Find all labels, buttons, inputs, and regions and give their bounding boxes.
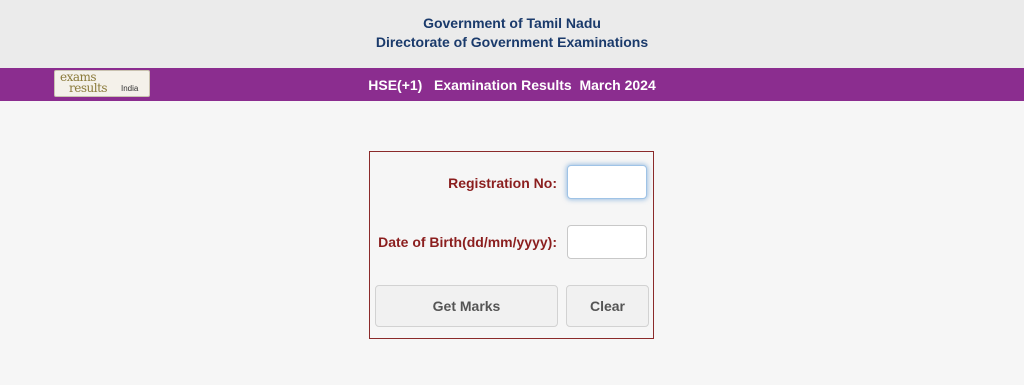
registration-label: Registration No: [448, 175, 557, 191]
government-title: Government of Tamil Nadu [423, 15, 601, 31]
registration-number-input[interactable] [567, 165, 647, 199]
date-of-birth-label: Date of Birth(dd/mm/yyyy): [378, 234, 557, 250]
date-of-birth-input[interactable] [567, 225, 647, 259]
clear-button[interactable]: Clear [566, 285, 649, 327]
exam-results-title: HSE(+1) Examination Results March 2024 [368, 77, 656, 93]
get-marks-button[interactable]: Get Marks [375, 285, 558, 327]
government-header: Government of Tamil Nadu Directorate of … [0, 0, 1024, 68]
result-login-form: Registration No: Date of Birth(dd/mm/yyy… [369, 151, 654, 339]
title-banner: exams results India HSE(+1) Examination … [0, 68, 1024, 101]
results-page: Government of Tamil Nadu Directorate of … [0, 0, 1024, 385]
directorate-title: Directorate of Government Examinations [375, 34, 649, 50]
